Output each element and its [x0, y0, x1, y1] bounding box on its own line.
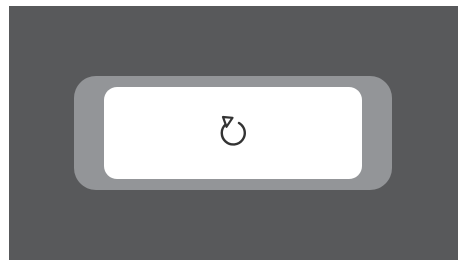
app-background [9, 6, 458, 260]
reset-button-frame [74, 76, 392, 190]
reset-button[interactable] [104, 87, 362, 179]
reload-icon [220, 115, 246, 146]
